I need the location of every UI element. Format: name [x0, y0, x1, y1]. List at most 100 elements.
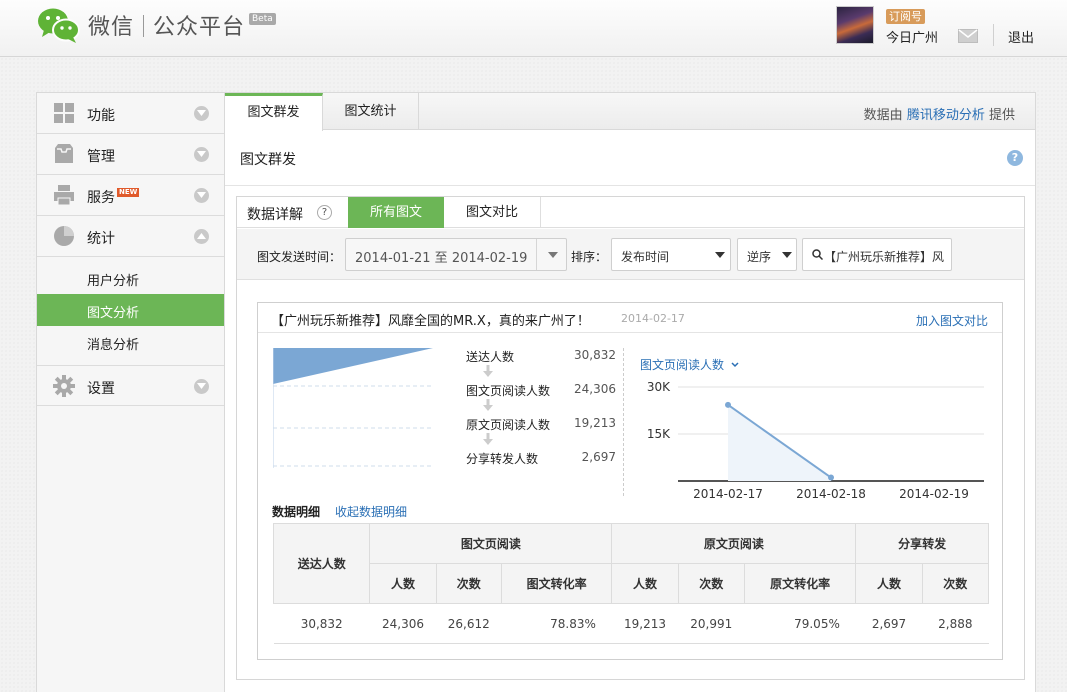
date-filter-label: 图文发送时间： [257, 250, 342, 264]
beta-badge: Beta [249, 13, 276, 25]
funnel-row-name: 送达人数 [466, 350, 515, 364]
sort-label: 排序： [571, 250, 608, 264]
table-cell: 19,213 [611, 603, 679, 644]
printer-icon [54, 185, 74, 206]
help-icon[interactable]: ? [1007, 150, 1023, 166]
sort-select[interactable]: 发布时间 [611, 238, 731, 271]
chevron-down-icon [194, 188, 209, 203]
table-subheader: 次数 [921, 563, 990, 604]
chevron-down-icon [194, 147, 209, 162]
chevron-up-icon [194, 229, 209, 244]
data-provider-note: 数据由 腾讯移动分析 提供 [864, 104, 1015, 123]
chevron-down-icon [194, 106, 209, 121]
account-type-badge: 订阅号 [886, 9, 925, 24]
account-name[interactable]: 今日广州 [886, 27, 938, 46]
tab-article-stats[interactable]: 图文统计 [323, 93, 419, 130]
provider-prefix: 数据由 [863, 108, 903, 123]
chart-metric-value: 图文页阅读人数 [640, 358, 725, 372]
article-card: 【广州玩乐新推荐】风靡全国的MR.X，真的来广州了！ 2014-02-17 加入… [257, 302, 1003, 660]
sidebar-item-features[interactable]: 功能 [37, 93, 224, 134]
table-subheader: 次数 [677, 563, 745, 604]
table-row: 30,832 24,306 26,612 78.83% 19,213 20,99… [273, 603, 989, 644]
arrow-down-icon [483, 399, 493, 411]
sidebar-item-label: 管理 [87, 149, 115, 165]
chevron-down-icon [548, 252, 558, 258]
table-header: 送达人数 [272, 523, 371, 604]
order-select[interactable]: 逆序 [737, 238, 797, 271]
collapse-details-link[interactable]: 收起数据明细 [335, 503, 407, 520]
divider [623, 348, 624, 496]
data-panel: 数据详解 ? 所有图文 图文对比 图文发送时间： 2014-01-21 至 20… [236, 196, 1025, 680]
chevron-down-icon [782, 252, 792, 258]
funnel-row-value: 19,213 [574, 416, 616, 430]
arrow-down-icon [483, 365, 493, 377]
funnel-row-value: 30,832 [574, 348, 616, 362]
tab-article-compare[interactable]: 图文对比 [444, 197, 541, 228]
search-value: 【广州玩乐新推荐】风 [824, 250, 945, 264]
new-badge: NEW [117, 188, 140, 197]
date-range-value: 2014-01-21 至 2014-02-19 [355, 251, 528, 266]
provider-suffix: 提供 [988, 108, 1015, 123]
table-cell: 24,306 [369, 603, 437, 644]
table-header: 分享转发 [855, 523, 989, 564]
search-icon [812, 249, 823, 260]
x-tick-label: 2014-02-19 [899, 487, 969, 501]
funnel-row-value: 2,697 [581, 450, 616, 464]
chevron-down-icon [731, 362, 739, 368]
sidebar-item-manage[interactable]: 管理 [37, 134, 224, 175]
funnel-row: 原文页阅读人数 19,213 [466, 416, 616, 432]
sidebar-item-settings[interactable]: 设置 [37, 365, 224, 406]
tab-article-broadcast[interactable]: 图文群发 [225, 93, 323, 131]
table-subheader: 人数 [855, 563, 923, 604]
inbox-icon [55, 144, 73, 163]
add-to-compare-link[interactable]: 加入图文对比 [916, 312, 988, 329]
funnel-row: 分享转发人数 2,697 [466, 450, 616, 466]
table-header: 原文页阅读 [611, 523, 857, 564]
wechat-logo-icon [38, 8, 80, 43]
funnel-row-name: 分享转发人数 [466, 452, 539, 466]
article-title: 【广州玩乐新推荐】风靡全国的MR.X，真的来广州了！ [271, 314, 590, 329]
table-subheader: 人数 [611, 563, 679, 604]
sidebar-item-services[interactable]: 服务 NEW [37, 175, 224, 216]
table-cell: 2,888 [922, 603, 989, 644]
logout-link[interactable]: 退出 [1008, 27, 1034, 46]
sidebar: 功能 管理 服务 NEW 统计 用户分析 图文分析 消息分析 设置 [36, 92, 225, 692]
y-tick-label: 30K [647, 380, 671, 394]
date-range-picker[interactable]: 2014-01-21 至 2014-02-19 [345, 238, 567, 271]
top-header: 微信 公众平台 Beta 订阅号 今日广州 退出 [0, 0, 1067, 57]
x-tick-label: 2014-02-17 [693, 487, 763, 501]
avatar[interactable] [836, 6, 874, 44]
series-point [828, 474, 834, 481]
grid-icon [54, 103, 74, 123]
funnel-list: 送达人数 30,832 图文页阅读人数 24,306 原文页阅读人数 19,21… [466, 348, 616, 478]
details-table: 送达人数 图文页阅读 原文页阅读 分享转发 人数 次数 图文转化率 人数 次数 … [272, 523, 990, 644]
tab-all-articles[interactable]: 所有图文 [348, 197, 444, 228]
sidebar-item-label: 功能 [87, 108, 115, 124]
provider-link[interactable]: 腾讯移动分析 [907, 108, 985, 123]
question-icon[interactable]: ? [317, 205, 332, 220]
funnel-row: 送达人数 30,832 [466, 348, 616, 364]
brand-title: 微信 公众平台 [88, 15, 246, 40]
sidebar-item-stats[interactable]: 统计 [37, 216, 224, 257]
main-panel: 图文群发 图文统计 数据由 腾讯移动分析 提供 图文群发 ? 数据详解 ? 所有… [225, 92, 1036, 692]
chevron-down-icon [194, 379, 209, 394]
arrow-down-icon [483, 433, 493, 445]
sidebar-item-label: 统计 [87, 231, 115, 247]
sidebar-subitem-article-analysis[interactable]: 图文分析 [37, 294, 224, 326]
sidebar-subitem-label: 图文分析 [87, 306, 140, 321]
date-picker-divider [536, 239, 537, 270]
table-subheader: 人数 [369, 563, 437, 604]
sort-select-value: 发布时间 [621, 250, 670, 264]
y-tick-label: 15K [647, 427, 671, 441]
table-cell: 2,697 [855, 603, 923, 644]
tab-bar: 图文群发 图文统计 数据由 腾讯移动分析 提供 [225, 93, 1035, 131]
filter-bar: 图文发送时间： 2014-01-21 至 2014-02-19 排序： 发布时间… [237, 229, 1024, 280]
chart-metric-select[interactable]: 图文页阅读人数 [640, 356, 739, 373]
mail-icon[interactable] [958, 29, 978, 43]
table-cell: 26,612 [436, 603, 502, 644]
sidebar-subitem-label: 用户分析 [87, 274, 140, 289]
sidebar-subitem-user-analysis[interactable]: 用户分析 [37, 262, 224, 294]
table-header: 图文页阅读 [369, 523, 613, 564]
article-search-input[interactable]: 【广州玩乐新推荐】风 [802, 238, 952, 271]
sidebar-subitem-message-analysis[interactable]: 消息分析 [37, 326, 224, 358]
